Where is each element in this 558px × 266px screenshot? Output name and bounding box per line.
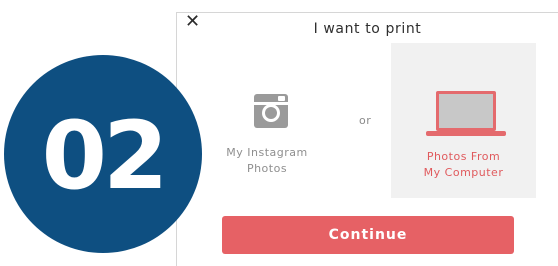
step-badge: 02 [4, 55, 202, 253]
continue-button[interactable]: Continue [222, 216, 514, 254]
dialog-title: I want to print [313, 21, 422, 37]
option-instagram-label: My Instagram Photos [226, 146, 308, 175]
option-instagram-photos[interactable]: My Instagram Photos [207, 73, 327, 203]
laptop-icon [426, 91, 506, 136]
instagram-icon [254, 94, 288, 128]
or-separator: or [359, 114, 372, 127]
option-computer-label: Photos From My Computer [423, 150, 504, 179]
option-computer-photos[interactable]: Photos From My Computer [391, 43, 536, 198]
print-source-dialog: ✕ I want to print My Instagram Photos or… [176, 12, 558, 266]
step-number: 02 [41, 101, 169, 211]
